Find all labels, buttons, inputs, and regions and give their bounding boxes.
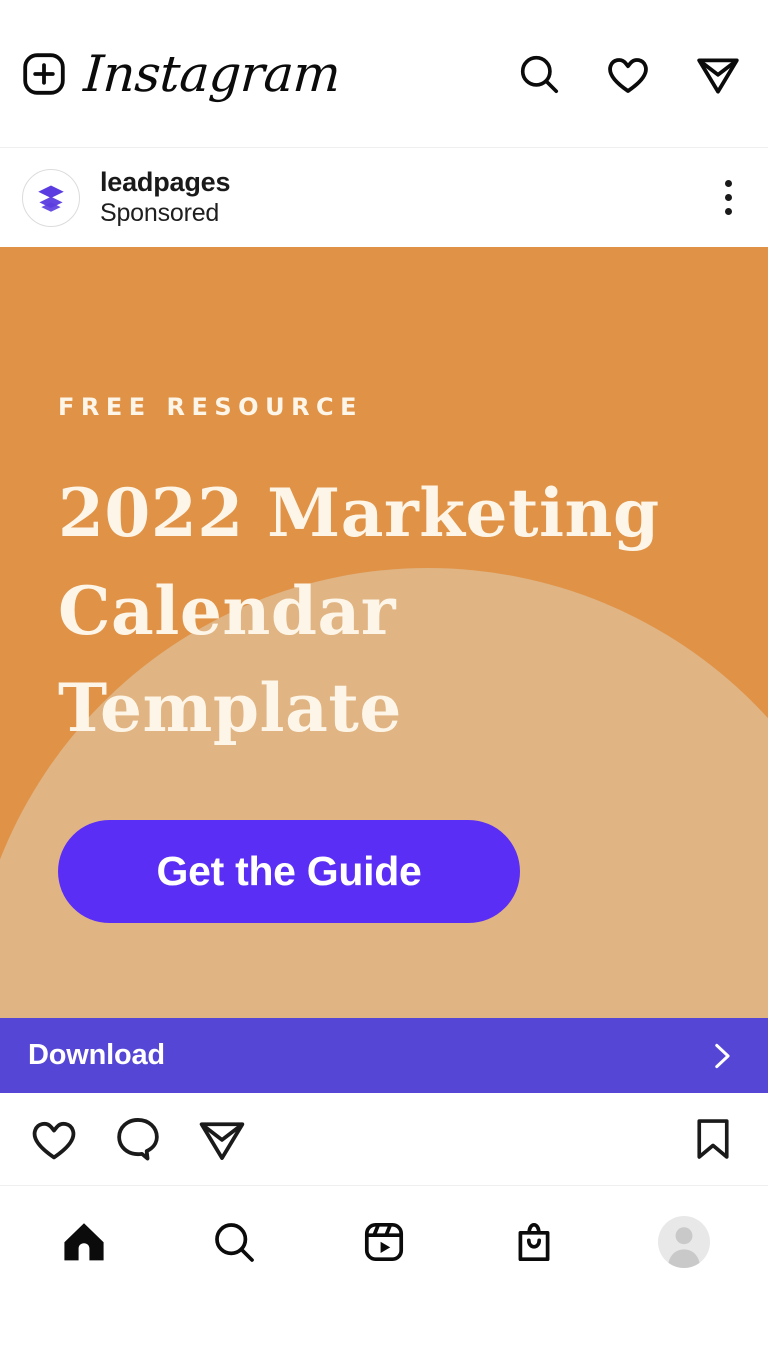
bottom-navigation (0, 1186, 768, 1365)
profile-avatar-icon (658, 1216, 710, 1268)
ad-creative[interactable]: FREE RESOURCE 2022 Marketing Calendar Te… (0, 247, 768, 1018)
nav-shop[interactable] (498, 1210, 570, 1274)
ad-headline: 2022 Marketing Calendar Template (58, 465, 718, 758)
download-cta-bar[interactable]: Download (0, 1018, 768, 1093)
get-the-guide-button[interactable]: Get the Guide (58, 820, 520, 924)
post-meta: leadpages Sponsored (100, 167, 230, 229)
download-label: Download (28, 1039, 165, 1071)
home-icon (59, 1217, 109, 1267)
share-icon[interactable] (196, 1113, 248, 1165)
ad-headline-line-1: 2022 Marketing (58, 474, 660, 552)
chevron-right-icon[interactable] (704, 1039, 738, 1073)
nav-home[interactable] (48, 1210, 120, 1274)
nav-search[interactable] (198, 1210, 270, 1274)
post-header: leadpages Sponsored (0, 148, 768, 247)
ad-creative-content: FREE RESOURCE 2022 Marketing Calendar Te… (0, 247, 768, 924)
shopping-bag-icon (510, 1218, 558, 1266)
post-actions (0, 1093, 768, 1186)
dot (725, 180, 732, 187)
ad-headline-line-2: Calendar Template (58, 571, 402, 748)
send-icon[interactable] (694, 50, 742, 98)
plus-box-icon[interactable] (20, 50, 68, 98)
dot (725, 194, 732, 201)
dot (725, 208, 732, 215)
ad-eyebrow: FREE RESOURCE (58, 393, 364, 421)
search-icon[interactable] (516, 51, 562, 97)
heart-icon[interactable] (604, 50, 652, 98)
avatar[interactable] (22, 168, 80, 227)
instagram-wordmark: Instagram (81, 44, 343, 103)
reels-icon (360, 1218, 408, 1266)
header-left-group: Instagram (20, 44, 343, 103)
search-icon (210, 1218, 258, 1266)
post-actions-right (688, 1114, 738, 1164)
three-dots-icon[interactable] (715, 170, 742, 225)
instagram-feed-screen: Instagram leadpages Sponsored FREE RESOU… (0, 0, 768, 1365)
app-header: Instagram (0, 0, 768, 148)
post-actions-left (28, 1113, 248, 1165)
stacked-layers-logo (34, 181, 68, 215)
nav-reels[interactable] (348, 1210, 420, 1274)
bookmark-icon[interactable] (688, 1114, 738, 1164)
post-username[interactable]: leadpages (100, 167, 230, 199)
post-sponsored-label: Sponsored (100, 199, 220, 228)
header-right-group (516, 50, 742, 98)
like-icon[interactable] (28, 1113, 80, 1165)
nav-profile[interactable] (648, 1210, 720, 1274)
comment-icon[interactable] (112, 1113, 164, 1165)
